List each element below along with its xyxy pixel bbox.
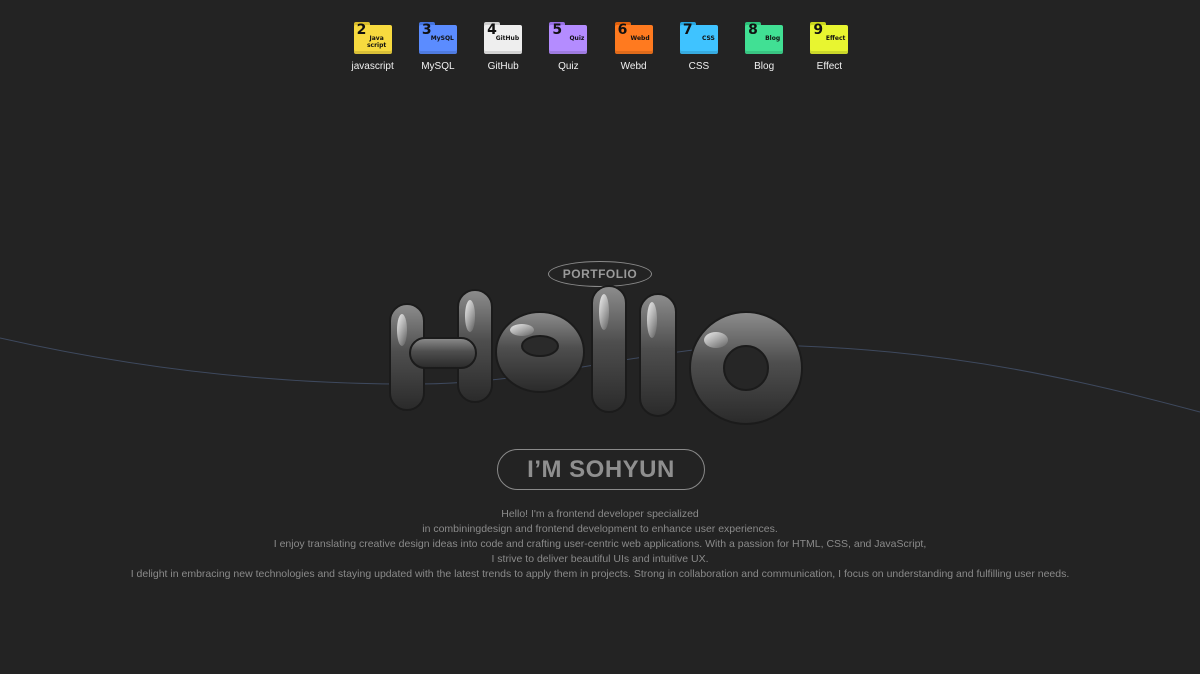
folder-icon: 7 CSS [679, 22, 718, 54]
folder-number: 8 [748, 22, 758, 38]
dock-item-quiz[interactable]: 5 Quiz Quiz [536, 22, 601, 82]
intro-line: I strive to deliver beautiful UIs and in… [491, 553, 709, 565]
dock-item-github[interactable]: 4 GitHub GitHub [471, 22, 536, 82]
folder-mini-label: Blog [765, 35, 781, 42]
folder-number: 9 [813, 22, 824, 38]
portfolio-page: 2 Java script javascript 3 MySQL MySQL 4… [0, 0, 1200, 674]
dock-item-javascript[interactable]: 2 Java script javascript [340, 22, 405, 82]
intro-line: Hello! I'm a frontend developer speciali… [501, 508, 699, 520]
dock-label: Quiz [558, 61, 579, 72]
folder-icon: 6 Webd [614, 22, 653, 54]
dock-item-mysql[interactable]: 3 MySQL MySQL [405, 22, 470, 82]
folder-mini-label: Webd [630, 35, 650, 42]
dock-label: GitHub [487, 61, 519, 72]
folder-mini-label: CSS [701, 35, 715, 42]
dock-item-blog[interactable]: 8 Blog Blog [732, 22, 797, 82]
folder-icon: 3 MySQL [418, 22, 457, 54]
folder-icon: 2 Java script [353, 22, 392, 54]
folder-mini-label: GitHub [495, 35, 520, 42]
dock-label: Effect [816, 61, 843, 72]
dock-item-css[interactable]: 7 CSS CSS [666, 22, 731, 82]
folder-icon: 8 Blog [745, 22, 784, 54]
intro-line: in combiningdesign and frontend developm… [422, 523, 778, 535]
intro-line: I enjoy translating creative design idea… [273, 538, 927, 550]
folder-dock: 2 Java script javascript 3 MySQL MySQL 4… [340, 22, 862, 82]
dock-label: Blog [754, 61, 775, 72]
folder-mini-label: Quiz [569, 35, 585, 42]
hello-balloon-headline [389, 285, 803, 425]
dock-label: javascript [351, 61, 394, 72]
dock-item-webd[interactable]: 6 Webd Webd [601, 22, 666, 82]
folder-number: 7 [682, 22, 693, 38]
dock-label: Webd [620, 61, 647, 72]
name-badge: I’M SOHYUN [497, 449, 705, 490]
folder-mini-label: Java script [366, 35, 387, 49]
folder-number: 6 [617, 22, 628, 38]
folder-icon: 9 Effect [810, 22, 849, 54]
folder-mini-label: Effect [825, 35, 846, 42]
folder-number: 5 [552, 22, 563, 38]
intro-paragraph: Hello! I'm a frontend developer speciali… [40, 507, 1160, 582]
dock-item-effect[interactable]: 9 Effect Effect [797, 22, 862, 82]
dock-label: CSS [688, 61, 710, 72]
folder-icon: 4 GitHub [484, 22, 523, 54]
folder-mini-label: MySQL [430, 35, 454, 42]
intro-line: I delight in embracing new technologies … [130, 568, 1070, 580]
folder-icon: 5 Quiz [549, 22, 588, 54]
dock-label: MySQL [421, 61, 455, 72]
